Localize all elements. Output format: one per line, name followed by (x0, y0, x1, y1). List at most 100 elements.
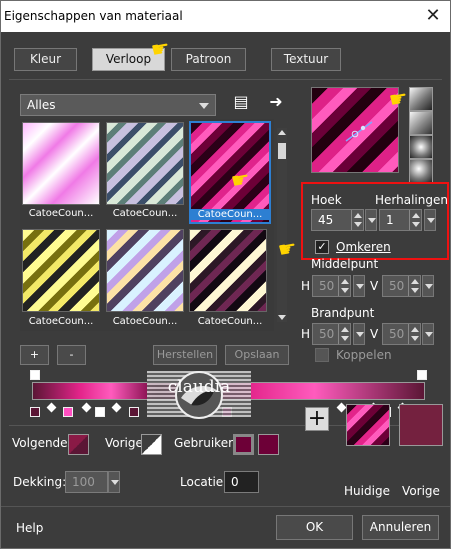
repeats-value: 1 (386, 213, 394, 227)
sunburst-style-icon[interactable] (409, 135, 433, 159)
center-h-spinner: 50 (312, 275, 351, 297)
user-color-swatch[interactable] (233, 434, 254, 455)
radial-style-icon[interactable] (409, 159, 433, 183)
gradient-preview (311, 87, 399, 173)
spinner-arrows-icon[interactable] (409, 210, 421, 230)
add-gradient-button[interactable]: + (20, 345, 49, 365)
scroll-thumb[interactable] (278, 143, 286, 159)
claudia-watermark: claudia (147, 367, 251, 423)
tab-textuur[interactable]: Textuur (271, 48, 341, 71)
gradient-thumbnail[interactable] (22, 229, 100, 312)
gradient-thumbnail[interactable] (106, 122, 184, 205)
repeats-dropdown[interactable] (424, 209, 436, 231)
location-value: 0 (231, 475, 239, 489)
gradient-category-select[interactable]: Alles (20, 94, 216, 116)
focal-label: Brandpunt (311, 306, 375, 320)
repeats-spinner[interactable]: 1 (379, 209, 422, 231)
gradient-stop[interactable] (129, 407, 139, 417)
footer-separator (1, 506, 450, 507)
library-scrollbar[interactable] (277, 128, 287, 322)
next-label: Volgende: (12, 436, 72, 450)
previous-gradient-swatch[interactable] (141, 434, 162, 455)
center-h-dropdown (353, 275, 365, 297)
spinner-arrows-icon[interactable] (351, 210, 363, 230)
opacity-value: 100 (72, 475, 95, 489)
focal-h-dropdown (353, 323, 365, 345)
scroll-down-icon[interactable] (278, 315, 286, 320)
gradient-stop[interactable] (30, 407, 40, 417)
gradient-angle-icon (345, 121, 373, 142)
current-gradient-swatch (346, 404, 390, 446)
remove-gradient-button[interactable]: - (57, 345, 86, 365)
close-button[interactable]: ✕ (422, 5, 444, 27)
center-h-value: 50 (319, 279, 335, 293)
link-label: Koppelen (336, 348, 392, 362)
midpoint-diamond[interactable] (336, 402, 347, 413)
linear-style-icon[interactable] (409, 87, 433, 111)
ok-button[interactable]: OK (276, 515, 353, 540)
gradient-thumbnail[interactable] (22, 122, 100, 205)
help-link[interactable]: Help (16, 521, 43, 535)
gradient-stop-top[interactable] (417, 370, 427, 380)
center-label: Middelpunt (311, 257, 379, 271)
gradient-caption: CatoeCoun... (28, 208, 94, 219)
angle-label: Hoek (311, 193, 342, 207)
angle-spinner[interactable]: 45 (311, 209, 364, 231)
cancel-button[interactable]: Annuleren (362, 515, 439, 540)
center-h-label: H (301, 279, 311, 293)
spinner-arrows-icon (408, 276, 420, 296)
focal-v-dropdown (422, 323, 434, 345)
reset-button: Herstellen (153, 345, 217, 365)
pointing-hand-icon: ☛ (387, 85, 410, 113)
gradient-thumbnail[interactable] (106, 229, 184, 312)
gradient-stop[interactable] (63, 407, 73, 417)
focal-v-label: V (370, 327, 379, 341)
center-v-dropdown (422, 275, 434, 297)
tab-patroon[interactable]: Patroon (171, 48, 246, 71)
gradient-library-grid: CatoeCoun... CatoeCoun... CatoeCoun... ☛… (20, 119, 274, 331)
midpoint-diamond[interactable] (46, 402, 57, 413)
tab-separator (9, 79, 442, 80)
spinner-arrows-icon (408, 324, 420, 344)
gradient-stop-top[interactable] (30, 370, 40, 380)
focal-h-value: 50 (319, 327, 335, 341)
title-bar: Eigenschappen van materiaal ✕ (1, 1, 450, 32)
opacity-label: Dekking: (13, 475, 67, 489)
next-color-swatch[interactable] (68, 434, 89, 455)
invert-checkbox[interactable]: ✓ (315, 240, 329, 254)
opacity-dropdown[interactable] (108, 471, 120, 493)
gradient-caption: CatoeCoun... (197, 316, 263, 327)
material-properties-dialog: Eigenschappen van materiaal ✕ Kleur Verl… (0, 0, 451, 549)
pointing-hand-icon: ☛ (229, 166, 252, 194)
center-v-spinner: 50 (382, 275, 421, 297)
angle-dropdown[interactable] (365, 209, 377, 231)
link-checkbox (315, 348, 329, 362)
location-input[interactable]: 0 (224, 471, 259, 493)
focal-h-label: H (301, 327, 311, 341)
spinner-arrows-icon (338, 276, 350, 296)
window-title: Eigenschappen van materiaal (4, 9, 183, 23)
angle-value: 45 (318, 213, 334, 227)
tab-kleur[interactable]: Kleur (14, 48, 77, 71)
center-v-value: 50 (389, 279, 405, 293)
watermark-text: claudia (168, 377, 231, 397)
scroll-up-icon[interactable] (278, 130, 286, 135)
invert-label: Omkeren (336, 240, 391, 254)
add-stop-button[interactable]: + (305, 407, 329, 431)
right-arrow-icon[interactable]: ➜ (265, 91, 287, 113)
gradient-thumbnail[interactable] (189, 229, 267, 312)
previous-color-swatch (399, 404, 443, 446)
focal-v-value: 50 (389, 327, 405, 341)
midpoint-diamond[interactable] (81, 402, 92, 413)
user-secondary-swatch[interactable] (258, 434, 279, 455)
gradient-caption: CatoeCoun... (112, 316, 178, 327)
gradient-stop[interactable] (95, 407, 105, 417)
repeats-label: Herhalingen (375, 193, 448, 207)
document-list-icon[interactable]: ▤ (230, 91, 252, 113)
rectangular-style-icon[interactable] (409, 111, 433, 135)
spinner-arrows-icon (338, 324, 350, 344)
midpoint-diamond[interactable] (111, 402, 122, 413)
current-swatch-label: Huidige (344, 484, 390, 498)
previous-swatch-label: Vorige (402, 484, 440, 498)
opacity-input[interactable]: 100 (65, 471, 108, 493)
